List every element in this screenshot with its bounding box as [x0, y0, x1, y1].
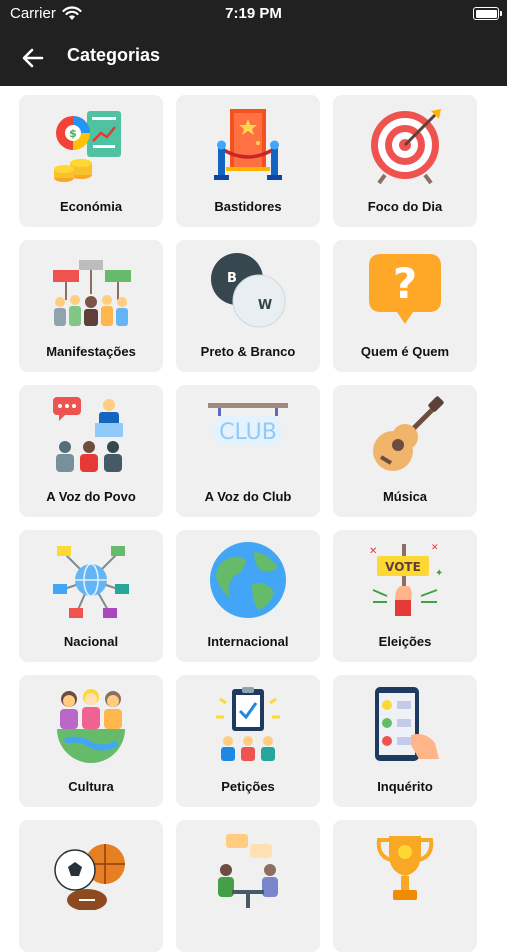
svg-text:$: $ [69, 127, 77, 140]
globe-network-icon [53, 546, 129, 618]
backstage-door-icon [214, 109, 282, 180]
trophy-icon [376, 836, 434, 900]
category-card-bastidores[interactable]: Bastidores [176, 95, 320, 227]
back-arrow-icon[interactable] [20, 45, 46, 71]
category-label: Preto & Branco [200, 344, 296, 359]
category-grid: $ Económia Bastidores Foco do Dia Manife… [19, 95, 478, 952]
category-card-quem-e-quem[interactable]: ? Quem é Quem [333, 240, 477, 372]
question-bubble-icon: ? [369, 254, 441, 324]
svg-text:✦: ✦ [435, 568, 443, 579]
category-label: Bastidores [214, 199, 282, 214]
category-card-premios[interactable] [333, 820, 477, 952]
category-card-a-voz-do-club[interactable]: CLUB A Voz do Club [176, 385, 320, 517]
category-label: A Voz do Povo [46, 489, 136, 504]
category-card-foco-do-dia[interactable]: Foco do Dia [333, 95, 477, 227]
svg-text:✕: ✕ [369, 546, 377, 557]
target-icon [371, 109, 441, 185]
battery-icon [473, 7, 502, 20]
earth-icon [210, 542, 286, 618]
category-label: Manifestações [46, 344, 136, 359]
sports-balls-icon [54, 844, 125, 910]
vote-sign-icon: ✕ ✕ ✦ VOTE [369, 543, 443, 616]
category-card-nacional[interactable]: Nacional [19, 530, 163, 662]
category-label: Música [382, 489, 428, 504]
svg-text:CLUB: CLUB [219, 420, 277, 445]
category-card-eleicoes[interactable]: ✕ ✕ ✦ VOTE Eleições [333, 530, 477, 662]
category-label: Petições [221, 779, 275, 794]
guitar-icon [373, 396, 444, 471]
category-label: Económia [59, 199, 123, 214]
svg-text:✕: ✕ [431, 543, 439, 553]
page-title: Categorias [67, 45, 161, 65]
speaker-audience-icon [53, 397, 123, 472]
protest-icon [53, 260, 131, 326]
economy-icon: $ [54, 111, 121, 182]
survey-phone-icon [375, 687, 439, 761]
category-card-inquerito[interactable]: Inquérito [333, 675, 477, 807]
category-card-economia[interactable]: $ Económia [19, 95, 163, 227]
category-label: Internacional [207, 634, 289, 649]
petition-icon [216, 687, 280, 761]
status-time: 7:19 PM [225, 5, 282, 22]
category-card-cultura[interactable]: Cultura [19, 675, 163, 807]
svg-text:?: ? [393, 259, 417, 308]
category-card-a-voz-do-povo[interactable]: A Voz do Povo [19, 385, 163, 517]
category-label: Foco do Dia [367, 199, 443, 214]
meeting-icon [218, 834, 278, 908]
category-card-desporto[interactable] [19, 820, 163, 952]
category-card-internacional[interactable]: Internacional [176, 530, 320, 662]
category-card-peticoes[interactable]: Petições [176, 675, 320, 807]
category-label: Quem é Quem [360, 344, 450, 359]
black-white-circles-icon: B W [211, 253, 286, 328]
category-card-debate[interactable] [176, 820, 320, 952]
status-bar: Carrier 7:19 PM [0, 0, 507, 28]
category-label: Cultura [68, 779, 114, 794]
category-card-musica[interactable]: Música [333, 385, 477, 517]
category-label: Eleições [378, 634, 432, 649]
category-label: A Voz do Club [204, 489, 292, 504]
svg-text:B: B [227, 271, 237, 286]
app-bar: Categorias [0, 28, 507, 86]
people-globe-icon [57, 689, 125, 763]
category-card-preto-branco[interactable]: B W Preto & Branco [176, 240, 320, 372]
category-card-manifestacoes[interactable]: Manifestações [19, 240, 163, 372]
club-sign-icon: CLUB [208, 403, 288, 446]
svg-text:W: W [258, 298, 272, 313]
category-label: Nacional [63, 634, 119, 649]
svg-text:VOTE: VOTE [385, 560, 421, 574]
category-label: Inquérito [377, 779, 433, 794]
